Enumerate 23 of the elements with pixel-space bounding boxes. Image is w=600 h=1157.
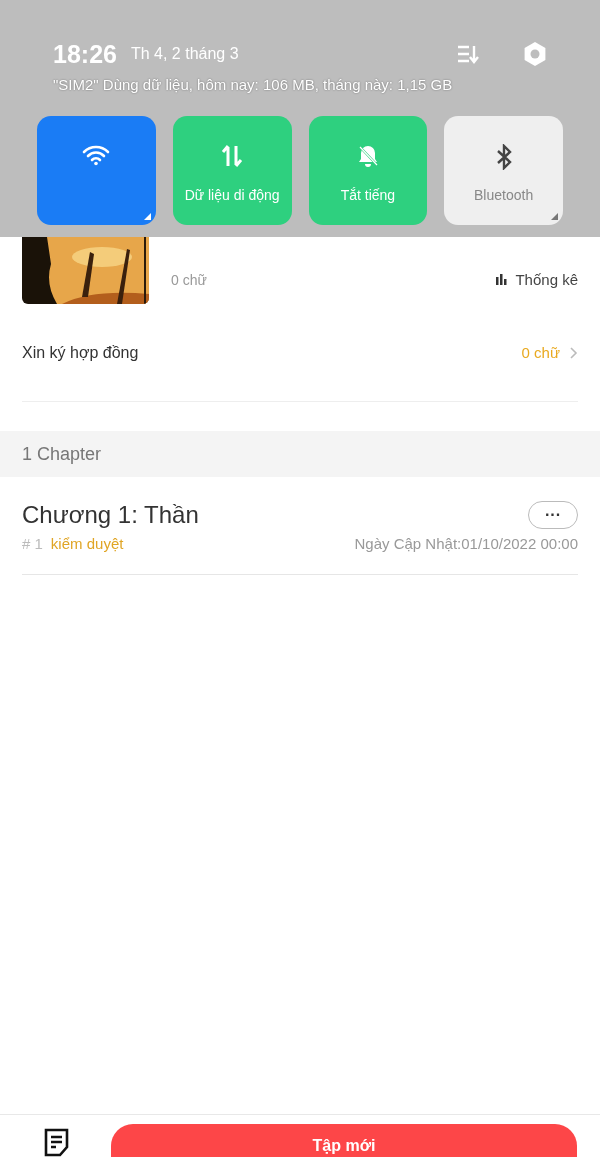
settings-icon[interactable] <box>523 41 547 67</box>
corner-arrow-icon <box>551 213 558 220</box>
document-edit-icon[interactable] <box>43 1128 70 1157</box>
word-count: 0 chữ <box>171 272 208 288</box>
statistics-link[interactable]: Thống kê <box>495 271 578 288</box>
data-usage-text: "SIM2" Dùng dữ liệu, hôm nay: 106 MB, tháng này: 1,15 GB <box>52 75 454 93</box>
clock-time: 18:26 <box>53 39 117 69</box>
transfer-arrows-icon <box>221 144 244 168</box>
chapter-number: # 1 <box>22 535 43 552</box>
date-text: Th 4, 2 tháng 3 <box>130 45 240 63</box>
bar-chart-icon <box>495 274 508 285</box>
sort-list-icon[interactable] <box>457 44 479 64</box>
corner-arrow-icon <box>143 213 151 220</box>
muted-bell-icon <box>356 144 379 168</box>
updated-date: Ngày Cập Nhật:01/10/2022 00:00 <box>354 535 578 552</box>
chevron-right-icon <box>570 346 578 359</box>
section-header: 1 Chapter <box>0 431 600 477</box>
more-options-button[interactable]: ··· <box>528 501 578 529</box>
contract-row[interactable]: Xin ký hợp đồng 0 chữ <box>22 304 578 402</box>
review-status: kiểm duyệt <box>50 535 125 552</box>
chapter-title[interactable]: Chương 1: Thần <box>22 501 199 529</box>
wifi-icon <box>82 144 111 166</box>
quick-toggle-tile[interactable] <box>37 116 156 225</box>
